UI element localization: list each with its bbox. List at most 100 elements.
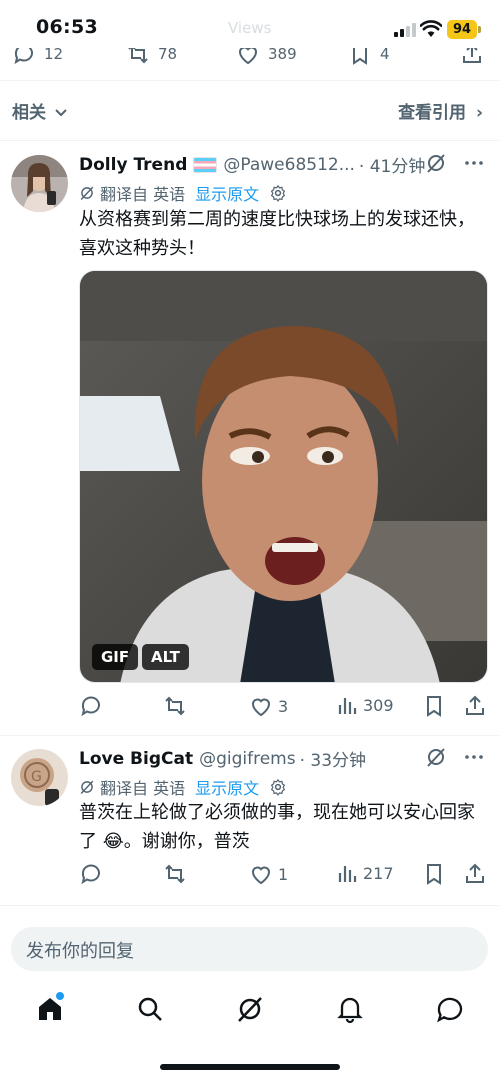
home-indicator [160, 1064, 340, 1070]
home-notification-dot [56, 992, 64, 1000]
prev-bookmark-count: 4 [380, 48, 390, 63]
bookmark-icon [427, 696, 441, 717]
related-sort-dropdown[interactable]: 相关 [12, 98, 68, 123]
reply-input[interactable]: 发布你的回复 [11, 927, 488, 971]
notifications-icon [337, 997, 363, 1024]
prev-share-button[interactable] [460, 48, 484, 66]
heart-icon [238, 48, 258, 65]
tab-search[interactable] [135, 994, 165, 1024]
repost-button[interactable] [163, 862, 187, 886]
gear-icon[interactable] [269, 184, 287, 202]
post-header-icons [425, 152, 485, 174]
gif-media[interactable]: GIF ALT [79, 270, 488, 683]
post-header: Dolly Trend @Pawe68512... · 41分钟 [79, 152, 425, 178]
prev-reply-count: 12 [44, 48, 64, 63]
views-button[interactable]: 309 [336, 694, 394, 716]
post-header: Love BigCat @gigifrems · 33分钟 [79, 746, 366, 772]
prev-bookmark-button[interactable]: 4 [348, 48, 390, 66]
share-icon [463, 48, 481, 63]
more-options-icon[interactable] [463, 152, 485, 174]
reply-icon [14, 48, 33, 65]
author-handle[interactable]: @gigifrems [199, 749, 296, 769]
chevron-right-icon: › [475, 103, 483, 123]
reply-button[interactable] [79, 862, 103, 886]
reply-button[interactable] [79, 694, 103, 718]
tab-notifications[interactable] [335, 994, 365, 1024]
related-bar: 相关 查看引用 › [0, 90, 499, 130]
avatar[interactable]: G [11, 749, 68, 806]
battery-cap [478, 26, 481, 33]
repost-icon [128, 48, 148, 64]
search-icon [138, 997, 162, 1021]
show-original-link[interactable]: 显示原文 [195, 181, 259, 205]
gif-image [80, 271, 487, 682]
bookmark-icon [427, 864, 441, 885]
show-original-link[interactable]: 显示原文 [195, 775, 259, 799]
grok-icon [80, 186, 94, 201]
tab-grok[interactable] [235, 994, 265, 1024]
prev-repost-button[interactable]: 78 [126, 48, 177, 66]
views-count: 309 [363, 695, 394, 715]
status-bar: 06:53 Views 94 [0, 0, 499, 48]
translated-from-label: 翻译自 英语 [100, 185, 186, 204]
repost-button[interactable] [163, 694, 187, 718]
bookmark-button[interactable] [422, 862, 446, 886]
post-dolly-trend[interactable]: Dolly Trend @Pawe68512... · 41分钟 翻译自 英语 … [0, 140, 499, 735]
repost-icon [165, 696, 185, 716]
post-actions: 3 309 [79, 694, 489, 720]
divider [0, 905, 499, 906]
wifi-icon [420, 20, 442, 37]
messages-icon [437, 997, 463, 1023]
tab-messages[interactable] [435, 994, 465, 1024]
share-icon [466, 863, 484, 883]
chevron-down-icon [55, 109, 67, 117]
heart-icon [251, 698, 271, 717]
more-options-icon[interactable] [463, 746, 485, 768]
share-button[interactable] [463, 694, 487, 718]
post-love-bigcat[interactable]: G Love BigCat @gigifrems · 33分钟 翻译自 英语 显… [0, 735, 499, 905]
prev-like-button[interactable]: 389 [236, 48, 297, 66]
reply-icon [81, 696, 100, 717]
share-icon [466, 695, 484, 715]
prev-reply-button[interactable]: 12 [12, 48, 63, 66]
heart-icon [251, 866, 271, 885]
repost-icon [165, 864, 185, 884]
views-chart-icon [338, 698, 357, 714]
reply-icon [81, 864, 100, 885]
bookmark-button[interactable] [422, 694, 446, 718]
views-chart-icon [338, 866, 357, 882]
cellular-signal-icon [394, 23, 416, 37]
post-actions: 1 217 [79, 862, 489, 888]
author-handle[interactable]: @Pawe68512... [223, 155, 355, 175]
grok-icon [80, 780, 94, 795]
alt-badge[interactable]: ALT [142, 644, 189, 670]
grok-icon [238, 997, 262, 1022]
translated-from-label: 翻译自 英语 [100, 779, 186, 798]
view-quotes-label: 查看引用 [398, 103, 467, 123]
like-count: 1 [278, 864, 289, 884]
grok-icon[interactable] [425, 152, 447, 174]
post-text: 从资格赛到第二周的速度比快球场上的发球还快，喜欢这种势头！ [79, 209, 475, 259]
status-time: 06:53 [36, 16, 98, 38]
prev-repost-count: 78 [158, 48, 178, 63]
prev-like-count: 389 [268, 48, 297, 63]
previous-post-actions: 12 78 389 4 [0, 48, 499, 76]
views-button[interactable]: 217 [336, 862, 394, 884]
bottom-tab-bar [0, 984, 499, 1036]
reply-placeholder: 发布你的回复 [26, 941, 134, 962]
faded-header-text: Views [228, 19, 272, 37]
trans-flag-icon [193, 156, 218, 173]
post-text: 普茨在上轮做了必须做的事，现在她可以安心回家了 😂。谢谢你，普茨 [79, 802, 475, 852]
gear-icon[interactable] [269, 778, 287, 796]
author-name[interactable]: Dolly Trend [79, 155, 187, 175]
like-button[interactable]: 3 [249, 694, 288, 718]
share-button[interactable] [463, 862, 487, 886]
bookmark-icon [353, 48, 367, 65]
view-quotes-link[interactable]: 查看引用 › [398, 98, 483, 123]
like-button[interactable]: 1 [249, 862, 288, 886]
grok-icon[interactable] [425, 746, 447, 768]
svg-text:G: G [31, 769, 42, 785]
divider [0, 80, 499, 81]
author-name[interactable]: Love BigCat [79, 749, 193, 769]
avatar[interactable] [11, 155, 68, 212]
